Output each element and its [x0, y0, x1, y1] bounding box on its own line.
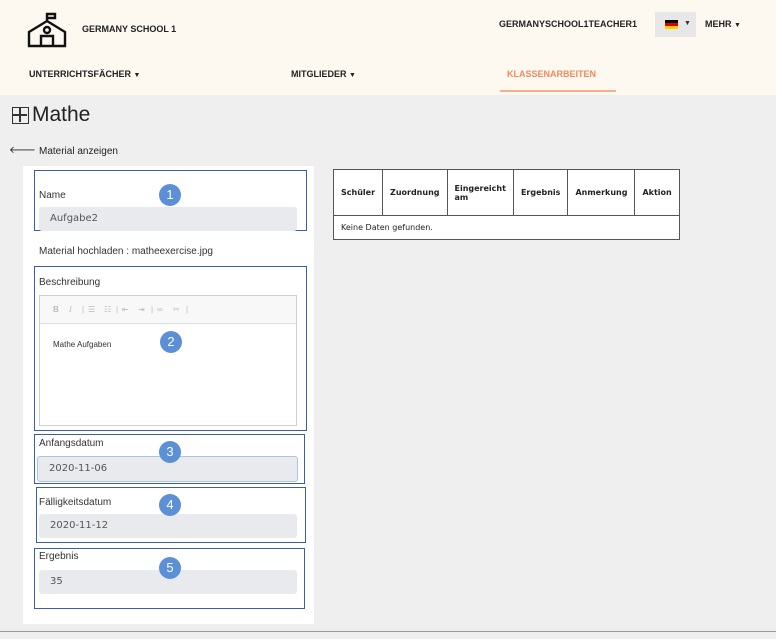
separator-icon: | [116, 305, 119, 314]
chevron-down-icon: ▼ [133, 72, 141, 79]
upload-info: Material hochladen : matheexercise.jpg [39, 246, 213, 257]
nav-exams[interactable]: KLASSENARBEITEN [507, 69, 596, 79]
description-label: Beschreibung [39, 277, 101, 288]
due-date-label: Fälligkeitsdatum [39, 497, 112, 508]
column-header-assignment[interactable]: Zuordnung [382, 169, 448, 216]
german-flag-icon [665, 20, 678, 29]
column-header-submitted[interactable]: Eingereicht am [446, 169, 514, 216]
annotation-badge: 4 [159, 494, 181, 516]
submissions-table: Schüler Zuordnung Eingereicht am Ergebni… [332, 169, 680, 240]
divider [0, 631, 776, 632]
language-selector[interactable]: ▼ [655, 12, 696, 37]
nav-members[interactable]: MITGLIEDER ▼ [291, 69, 356, 79]
chevron-down-icon: ▼ [684, 20, 691, 27]
result-label: Ergebnis [39, 551, 79, 562]
outdent-icon[interactable]: ⇤ [122, 305, 129, 314]
start-date-label: Anfangsdatum [39, 438, 104, 449]
more-menu[interactable]: MEHR ▼ [705, 19, 741, 29]
annotation-badge: 5 [159, 557, 181, 579]
table-header-row: Schüler Zuordnung Eingereicht am Ergebni… [332, 169, 680, 216]
back-link[interactable]: Material anzeigen [39, 146, 118, 157]
school-name[interactable]: GERMANY SCHOOL 1 [82, 24, 176, 34]
description-editor[interactable]: B I | ☰ ☷ | ⇤ ⇥ | ∞ ✂ | Mathe Aufgaben [39, 295, 297, 426]
name-input[interactable]: Aufgabe2 [39, 207, 297, 231]
nav-members-label: MITGLIEDER [291, 69, 347, 79]
ordered-list-icon[interactable]: ☰ [88, 305, 95, 314]
chevron-down-icon: ▼ [734, 22, 741, 29]
annotation-badge: 3 [159, 441, 181, 463]
active-tab-indicator [500, 90, 616, 92]
column-header-result[interactable]: Ergebnis [512, 169, 569, 216]
name-label: Name [39, 190, 66, 201]
calculator-icon [12, 107, 29, 124]
link-icon[interactable]: ∞ [157, 305, 163, 314]
indent-icon[interactable]: ⇥ [138, 305, 145, 314]
due-date-input[interactable]: 2020-11-12 [39, 514, 297, 538]
unlink-icon[interactable]: ✂ [173, 305, 180, 314]
top-header: GERMANY SCHOOL 1 GERMANYSCHOOL1TEACHER1 … [0, 0, 776, 95]
page-title: Mathe [32, 103, 91, 126]
annotation-badge: 2 [160, 331, 182, 353]
unordered-list-icon[interactable]: ☷ [104, 305, 111, 314]
column-header-action[interactable]: Aktion [634, 169, 680, 216]
column-header-student[interactable]: Schüler [332, 169, 384, 216]
chevron-down-icon: ▼ [349, 72, 356, 79]
school-logo-icon[interactable] [27, 12, 67, 48]
bold-icon[interactable]: B [53, 305, 59, 314]
more-label: MEHR [705, 19, 732, 29]
separator-icon: | [151, 305, 154, 314]
user-menu[interactable]: GERMANYSCHOOL1TEACHER1 [499, 19, 637, 29]
empty-table-message: Keine Daten gefunden. [333, 215, 680, 240]
description-text[interactable]: Mathe Aufgaben [53, 340, 111, 349]
column-header-remark[interactable]: Anmerkung [567, 169, 636, 216]
nav-subjects-label: UNTERRICHTSFÄCHER [29, 69, 131, 79]
arrow-left-icon[interactable]: 🡐 [9, 144, 36, 156]
separator-icon: | [82, 305, 85, 314]
italic-icon[interactable]: I [69, 305, 72, 314]
table-row: Keine Daten gefunden. [333, 215, 680, 240]
editor-toolbar: B I | ☰ ☷ | ⇤ ⇥ | ∞ ✂ | [40, 296, 296, 324]
annotation-badge: 1 [159, 184, 181, 206]
separator-icon: | [186, 305, 189, 314]
nav-subjects[interactable]: UNTERRICHTSFÄCHER ▼ [29, 69, 140, 79]
